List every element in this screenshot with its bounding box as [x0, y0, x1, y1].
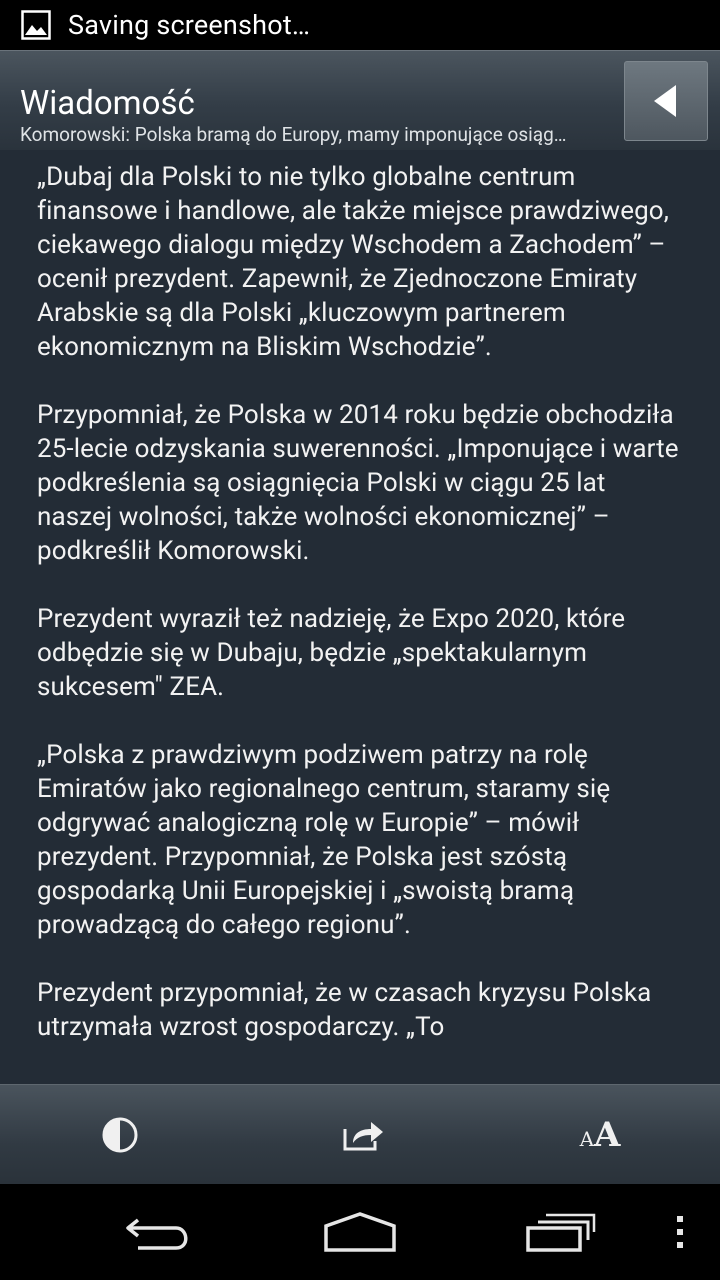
article-headline: Komorowski: Polska bramą do Europy, mamy… — [20, 123, 567, 146]
contrast-icon — [102, 1117, 138, 1153]
font-size-icon: AA — [580, 1115, 621, 1155]
contrast-button[interactable] — [60, 1095, 180, 1175]
share-button[interactable] — [303, 1095, 423, 1175]
system-nav-bar — [0, 1184, 720, 1280]
image-icon — [20, 9, 52, 41]
back-icon — [126, 1218, 188, 1250]
status-bar: Saving screenshot… — [0, 0, 720, 50]
font-size-big-glyph: A — [594, 1115, 621, 1155]
article-paragraph: „Polska z prawdziwym podziwem patrzy na … — [37, 740, 611, 940]
back-button[interactable] — [624, 61, 708, 141]
share-icon — [343, 1122, 383, 1151]
article-body[interactable]: „Dubaj dla Polski to nie tylko globalne … — [0, 150, 720, 1084]
bottom-toolbar: AA — [0, 1084, 720, 1184]
page-title: Wiadomość — [20, 84, 195, 123]
status-notification-text: Saving screenshot… — [68, 9, 311, 41]
article-paragraph: Prezydent przypomniał, że w czasach kryz… — [37, 978, 652, 1042]
article-paragraph: „Dubaj dla Polski to nie tylko globalne … — [37, 162, 669, 362]
nav-home-button[interactable] — [310, 1192, 410, 1272]
nav-recent-apps-button[interactable] — [510, 1192, 610, 1272]
screen: Saving screenshot… Wiadomość Komorowski:… — [0, 0, 720, 1280]
overflow-menu-button[interactable] — [660, 1192, 700, 1272]
home-icon — [324, 1212, 396, 1252]
recent-apps-icon — [526, 1213, 596, 1252]
app-header: Wiadomość Komorowski: Polska bramą do Eu… — [0, 50, 720, 150]
nav-back-button[interactable] — [110, 1192, 210, 1272]
article-paragraph: Przypomniał, że Polska w 2014 roku będzi… — [37, 400, 679, 566]
article-paragraph: Prezydent wyraził też nadzieję, że Expo … — [37, 604, 626, 702]
back-triangle-icon — [654, 85, 676, 117]
font-size-button[interactable]: AA — [540, 1095, 660, 1175]
font-size-small-glyph: A — [579, 1127, 595, 1151]
overflow-menu-icon — [677, 1216, 683, 1248]
